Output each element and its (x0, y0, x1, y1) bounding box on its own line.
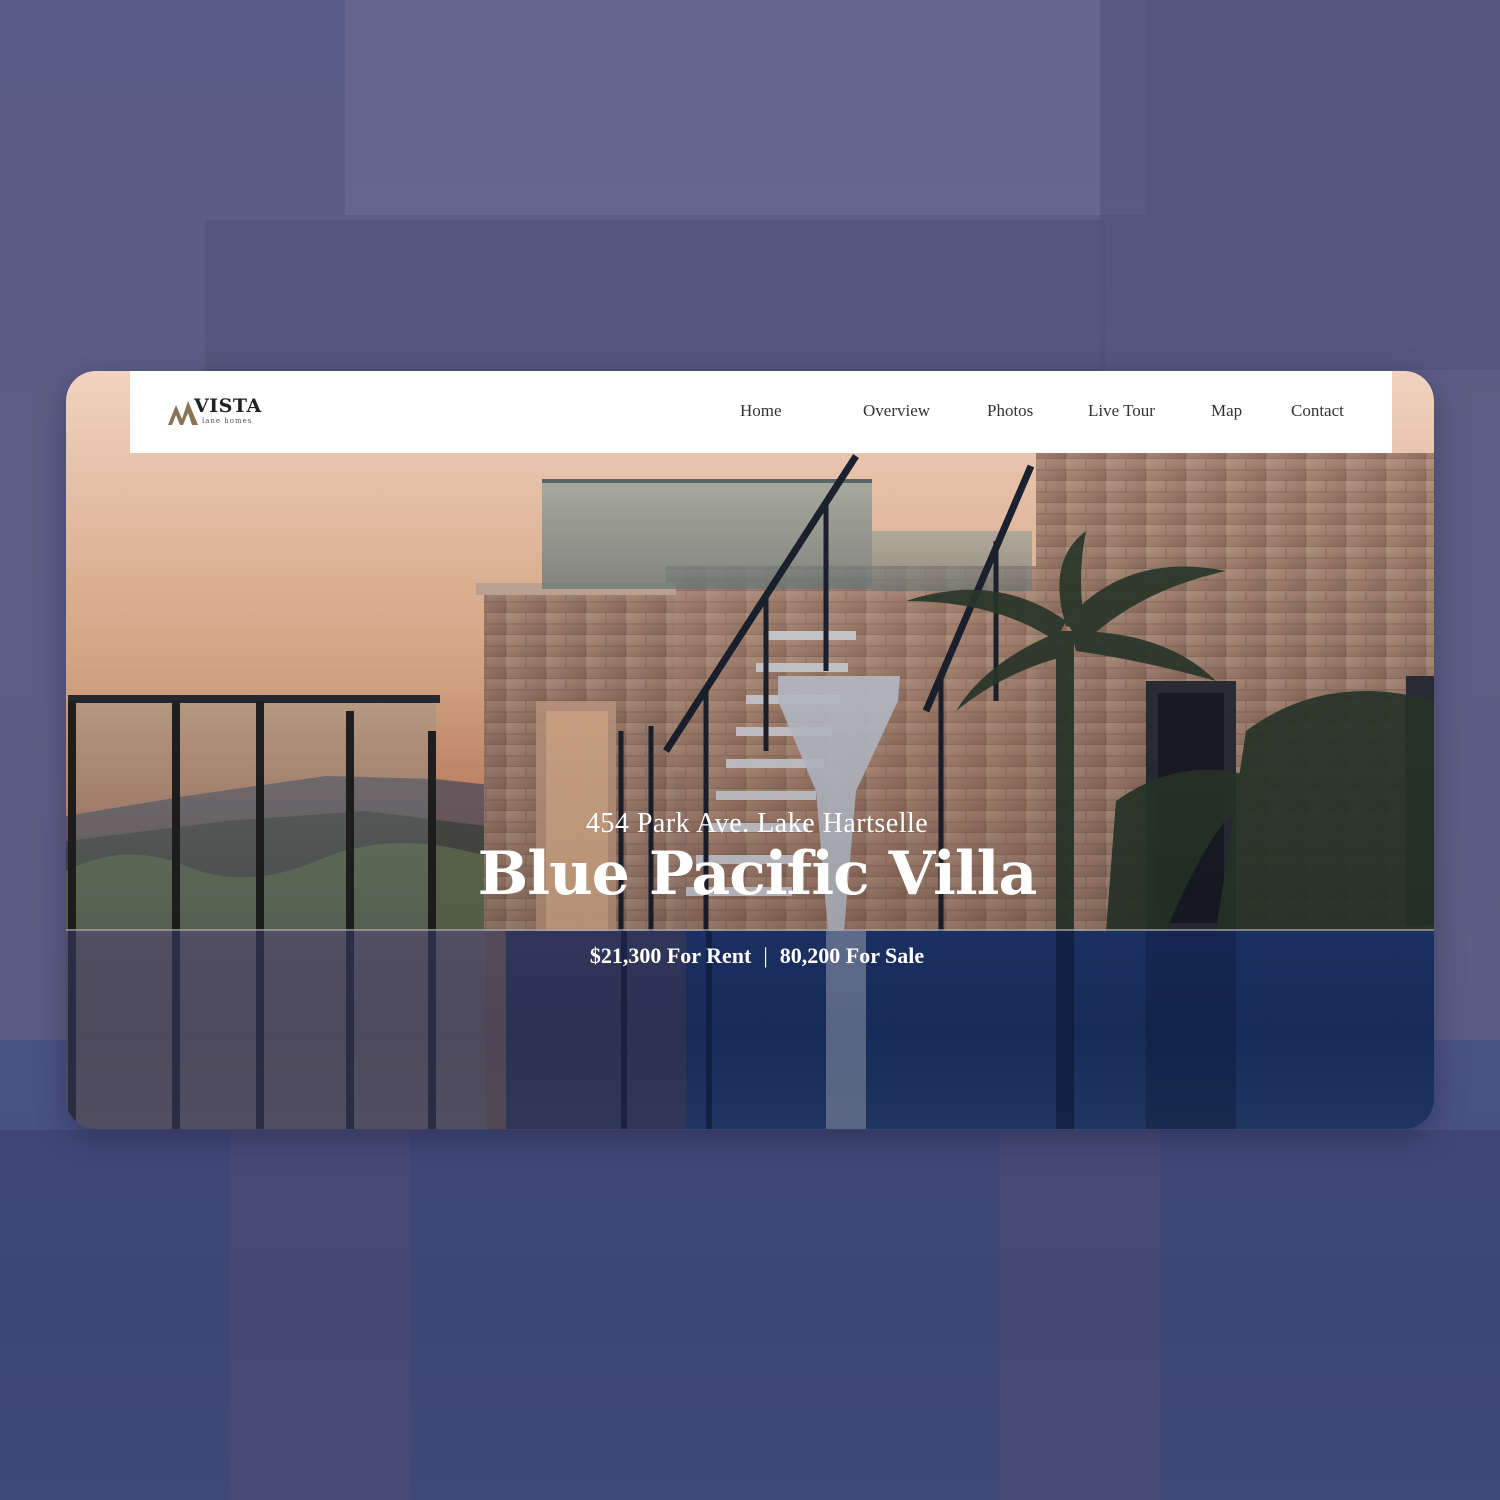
price-separator: | (763, 943, 768, 968)
nav-item-map[interactable]: Map (1211, 401, 1242, 421)
nav-item-live-tour[interactable]: Live Tour (1088, 401, 1155, 421)
sale-price: 80,200 For Sale (779, 943, 925, 968)
brand-tagline: lane homes (202, 417, 253, 425)
rent-price: $21,300 For Rent (589, 943, 752, 968)
brand-logo[interactable]: VISTA lane homes (166, 393, 276, 433)
background-pillar-reflection (1000, 1130, 1160, 1500)
nav-item-contact[interactable]: Contact (1291, 401, 1344, 421)
website-preview-card: VISTA lane homes Home Overview Photos Li… (66, 371, 1434, 1129)
background-reflection (0, 1130, 1500, 1500)
property-address: 454 Park Ave. Lake Hartselle (585, 808, 929, 839)
background-glass-railing (345, 0, 1145, 215)
brand-name: VISTA (194, 395, 262, 417)
background-pillar-reflection (230, 1130, 410, 1500)
nav-item-overview[interactable]: Overview (863, 401, 930, 421)
hero-image (66, 371, 1434, 1129)
nav-item-home[interactable]: Home (740, 401, 782, 421)
background-stone-wall (205, 220, 1105, 380)
navbar: VISTA lane homes Home Overview Photos Li… (130, 371, 1392, 453)
property-pricing: $21,300 For Rent | 80,200 For Sale (66, 943, 1434, 969)
background-stone-tower (1100, 0, 1500, 370)
nav-item-photos[interactable]: Photos (987, 401, 1033, 421)
property-title: Blue Pacific Villa (477, 839, 1038, 909)
